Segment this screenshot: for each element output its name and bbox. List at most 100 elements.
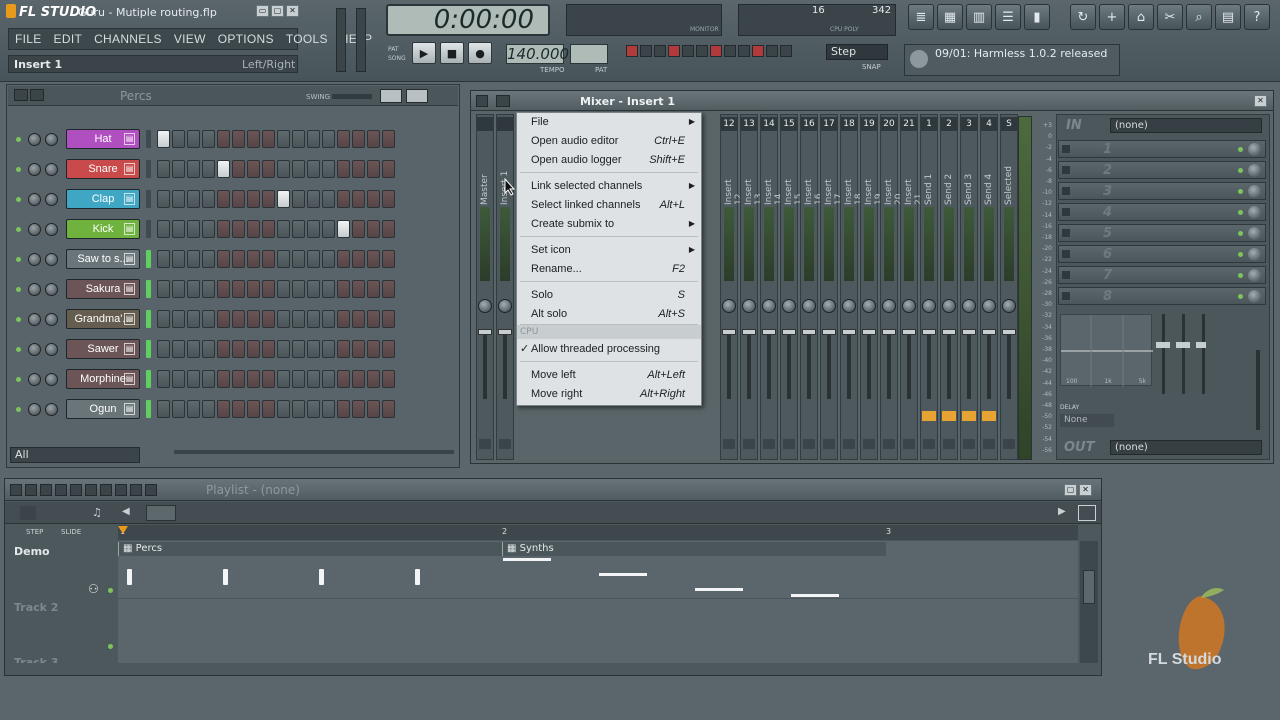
step-button[interactable] <box>367 250 380 268</box>
channel-select-indicator[interactable] <box>146 280 151 298</box>
step-button[interactable] <box>337 280 350 298</box>
eq-graph[interactable] <box>1060 314 1153 387</box>
track-name-2[interactable]: Track 2 <box>14 601 58 614</box>
channel-select-indicator[interactable] <box>146 250 151 268</box>
zoom-box-icon[interactable] <box>1078 505 1096 521</box>
track-name-3[interactable]: Track 3 <box>14 656 58 663</box>
step-button[interactable] <box>157 340 170 358</box>
document-icon[interactable]: ▤ <box>1215 4 1241 30</box>
step-button[interactable] <box>157 250 170 268</box>
step-button[interactable] <box>382 400 395 418</box>
track-1-led[interactable] <box>108 588 113 593</box>
track-fader-cap[interactable] <box>882 329 896 335</box>
slot-mix-knob[interactable] <box>1248 206 1261 219</box>
seq-minimize-icon[interactable] <box>30 89 44 101</box>
step-button[interactable] <box>337 130 350 148</box>
track-volume-fader[interactable] <box>947 329 951 399</box>
track-disk-icon[interactable] <box>803 439 815 449</box>
step-button[interactable] <box>322 250 335 268</box>
track-fader-cap[interactable] <box>862 329 876 335</box>
slot-mix-knob[interactable] <box>1248 290 1261 303</box>
track-volume-fader[interactable] <box>1007 329 1011 399</box>
step-button[interactable] <box>232 250 245 268</box>
step-button[interactable] <box>262 340 275 358</box>
track-pan-knob[interactable] <box>962 299 976 313</box>
track-disk-icon[interactable] <box>743 439 755 449</box>
step-button[interactable] <box>157 310 170 328</box>
context-menu-item[interactable]: Alt solo Alt+S <box>517 305 701 323</box>
zoom-tool-icon[interactable] <box>145 484 157 496</box>
track-volume-fader[interactable] <box>867 329 871 399</box>
track-disk-icon[interactable] <box>1003 439 1015 449</box>
playlist-view-icon[interactable] <box>20 506 36 520</box>
channel-select-indicator[interactable] <box>146 310 151 328</box>
step-button[interactable] <box>292 400 305 418</box>
step-button[interactable] <box>202 160 215 178</box>
automation-clip-icon[interactable] <box>56 506 72 520</box>
channel-volume-knob[interactable] <box>45 192 58 206</box>
close-icon[interactable]: ✕ <box>286 5 299 17</box>
mixer-track[interactable]: 16 Insert 16 <box>800 114 824 460</box>
context-menu-item[interactable]: Move right Alt+Right <box>517 385 701 403</box>
step-button[interactable] <box>337 190 350 208</box>
step-button[interactable] <box>322 220 335 238</box>
delay-value[interactable]: None <box>1060 414 1114 427</box>
output-dropdown[interactable]: (none) <box>1110 440 1262 455</box>
slot-enable-led[interactable] <box>1238 147 1243 152</box>
step-button[interactable] <box>382 130 395 148</box>
slot-menu-icon[interactable] <box>1062 229 1070 237</box>
channel-mute-led[interactable] <box>16 376 21 382</box>
channel-button[interactable]: Saw to s... ▤ <box>66 249 140 269</box>
track-pan-knob[interactable] <box>902 299 916 313</box>
channel-pan-knob[interactable] <box>28 162 41 176</box>
channel-button[interactable]: Ogun ▤ <box>66 399 140 419</box>
step-button[interactable] <box>157 160 170 178</box>
step-button[interactable] <box>382 280 395 298</box>
menu-file[interactable]: FILE <box>9 32 48 46</box>
channel-button[interactable]: Morphine ▤ <box>66 369 140 389</box>
step-button[interactable] <box>292 340 305 358</box>
step-button[interactable] <box>247 160 260 178</box>
slice-tool-icon[interactable] <box>115 484 127 496</box>
mixer-track[interactable]: 19 Insert 19 <box>860 114 884 460</box>
slot-enable-led[interactable] <box>1238 273 1243 278</box>
track-disk-icon[interactable] <box>723 439 735 449</box>
context-menu-item[interactable]: Open audio editor Ctrl+E <box>517 132 701 150</box>
track-pan-knob[interactable] <box>722 299 736 313</box>
playlist-grid[interactable] <box>118 541 1078 663</box>
channel-volume-knob[interactable] <box>45 402 58 416</box>
mixer-track[interactable]: 2 Send 2 <box>940 114 958 460</box>
step-button[interactable] <box>217 400 230 418</box>
piano-roll-icon[interactable]: ▥ <box>966 4 992 30</box>
track-volume-fader[interactable] <box>827 329 831 399</box>
pat-song-switch[interactable]: PAT SONG <box>388 45 406 63</box>
track-volume-fader[interactable] <box>987 329 991 399</box>
record-button[interactable]: ● <box>468 42 492 64</box>
channel-mute-led[interactable] <box>16 316 21 322</box>
track-disk-icon[interactable] <box>923 439 935 449</box>
step-button[interactable] <box>277 160 290 178</box>
channel-button[interactable]: Snare ▤ <box>66 159 140 179</box>
menu-options[interactable]: OPTIONS <box>212 32 280 46</box>
clip-synths[interactable]: ▦ Synths <box>502 542 886 556</box>
step-button[interactable] <box>382 220 395 238</box>
track-disk-icon[interactable] <box>983 439 995 449</box>
menu-channels[interactable]: CHANNELS <box>88 32 168 46</box>
channel-pan-knob[interactable] <box>28 252 41 266</box>
loop-record-button[interactable] <box>682 45 694 57</box>
channel-button[interactable]: Grandma'... ▤ <box>66 309 140 329</box>
step-button[interactable] <box>217 190 230 208</box>
step-mode-toggle[interactable]: STEP <box>26 528 43 536</box>
track-pan-knob[interactable] <box>802 299 816 313</box>
effect-slot[interactable]: 3 <box>1058 182 1266 200</box>
step-button[interactable] <box>262 130 275 148</box>
news-panel[interactable]: 09/01: Harmless 1.0.2 released <box>904 44 1120 76</box>
slot-menu-icon[interactable] <box>1062 208 1070 216</box>
step-button[interactable] <box>337 220 350 238</box>
context-menu-item[interactable]: Open audio logger Shift+E <box>517 151 701 169</box>
mixer-track[interactable]: Insert 1 <box>496 114 514 460</box>
step-button[interactable] <box>307 220 320 238</box>
mixer-window-icon[interactable]: ▮ <box>1024 4 1050 30</box>
step-button[interactable] <box>277 130 290 148</box>
mixer-track[interactable]: 4 Send 4 <box>980 114 998 460</box>
